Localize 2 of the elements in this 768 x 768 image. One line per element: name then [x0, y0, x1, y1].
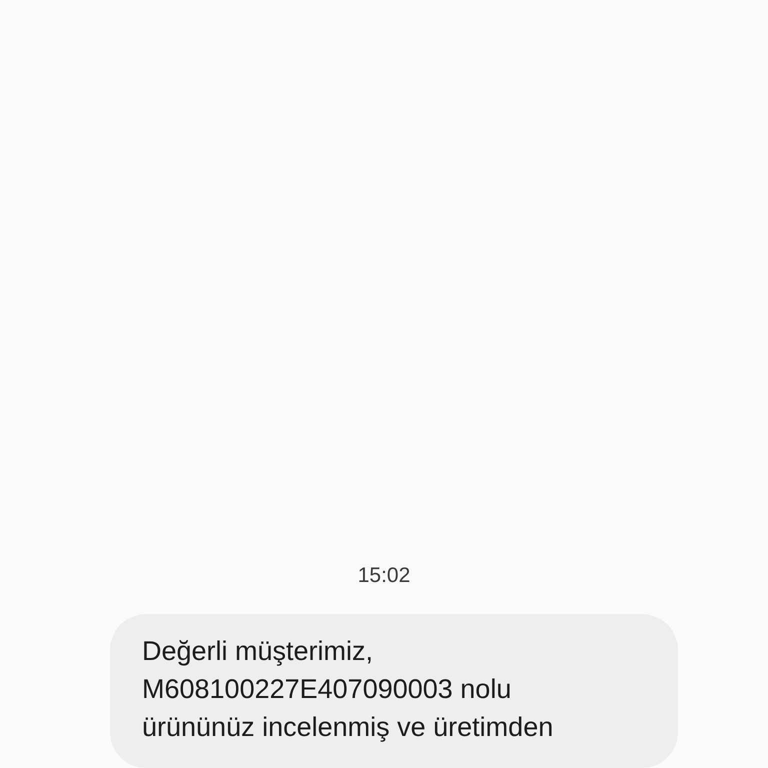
message-bubble: Değerli müşterimiz, M608100227E407090003 nolu ürününüz incelenmiş ve üretimden	[110, 614, 678, 768]
message-timestamp: 15:02	[358, 564, 410, 588]
